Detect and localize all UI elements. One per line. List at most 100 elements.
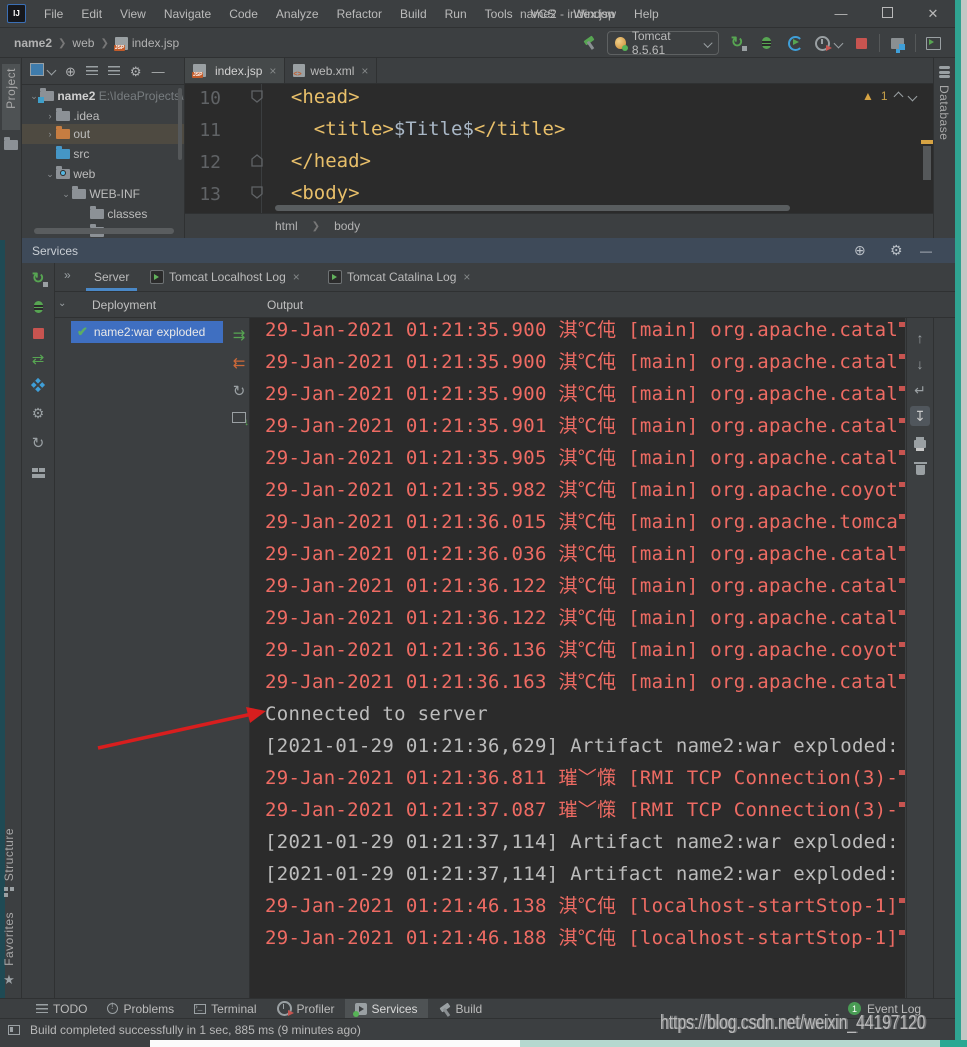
menu-help[interactable]: Help [625, 0, 668, 28]
services-view-button[interactable] [22, 373, 54, 397]
close-icon[interactable]: × [293, 270, 300, 284]
expand-all-button[interactable] [86, 64, 98, 78]
project-structure-button[interactable] [886, 30, 909, 56]
coverage-button[interactable] [784, 30, 807, 56]
scroll-to-end-button[interactable]: ↧ [910, 406, 930, 426]
debug-server-button[interactable] [22, 295, 54, 319]
build-hammer-button[interactable] [578, 30, 601, 56]
fold-marker-icon[interactable] [251, 186, 263, 199]
deploy-button[interactable]: ⇉ [228, 324, 250, 346]
scroll-down-button[interactable]: ↓ [910, 354, 930, 374]
minimize-panel-icon[interactable]: — [920, 244, 932, 258]
breadcrumb-body[interactable]: body [334, 219, 360, 233]
hide-panel-button[interactable]: — [152, 65, 165, 78]
prev-warning-icon[interactable] [893, 91, 903, 101]
chevron-expanded-icon[interactable]: ⌄ [58, 298, 66, 309]
gear-icon[interactable]: ⚙ [890, 242, 903, 259]
redeploy-button[interactable]: ↻ [228, 380, 250, 402]
menu-navigate[interactable]: Navigate [155, 0, 220, 28]
breadcrumb-file[interactable]: index.jsp [132, 36, 179, 50]
build-button-bottom[interactable]: Build [428, 999, 493, 1019]
breadcrumb-html[interactable]: html [275, 219, 298, 233]
run-button[interactable]: ↻ [725, 30, 748, 56]
tree-row-out[interactable]: › out [44, 124, 90, 144]
inspection-widget[interactable]: ▲ 1 [862, 88, 932, 104]
tree-row-src[interactable]: src [56, 144, 89, 164]
menu-tools[interactable]: Tools [476, 0, 522, 28]
menu-analyze[interactable]: Analyze [267, 0, 328, 28]
rerun-server-button[interactable]: ↻ [22, 267, 54, 291]
debug-button[interactable] [755, 30, 778, 56]
project-view-select[interactable] [30, 63, 55, 79]
services-button[interactable]: Services [345, 999, 428, 1019]
structure-stripe-button[interactable]: Structure [2, 828, 16, 897]
hot-swap-button[interactable] [228, 406, 250, 428]
deployment-item-row[interactable]: ✔ name2:war exploded [71, 321, 223, 343]
print-button[interactable] [910, 434, 930, 454]
server-output-console[interactable]: 29-Jan-2021 01:21:35.900 淇℃伅 [main] org.… [250, 318, 905, 998]
collapse-all-button[interactable] [108, 64, 120, 78]
editor-vertical-scrollbar[interactable] [923, 146, 931, 180]
favorites-stripe-button[interactable]: Favorites ★ [2, 912, 16, 988]
clear-console-button[interactable] [910, 460, 930, 480]
menu-code[interactable]: Code [220, 0, 267, 28]
close-button[interactable]: ✕ [914, 0, 952, 28]
layout-button[interactable] [22, 461, 54, 485]
tool-window-button[interactable] [922, 30, 945, 56]
locate-file-button[interactable]: ⊕ [65, 65, 76, 78]
tree-row-idea[interactable]: › .idea [44, 106, 99, 126]
next-warning-icon[interactable] [907, 91, 917, 101]
soft-wrap-button[interactable]: ↵ [910, 380, 930, 400]
project-settings-button[interactable]: ⚙ [130, 65, 142, 78]
locate-icon[interactable]: ⊕ [854, 242, 866, 259]
fold-marker-icon[interactable] [251, 154, 263, 167]
refresh-button[interactable]: ↻ [22, 431, 54, 455]
deploy-all-button[interactable]: ⇄ [22, 347, 54, 371]
problems-button[interactable]: Problems [97, 999, 184, 1019]
todo-button[interactable]: TODO [26, 999, 97, 1019]
stop-button[interactable] [850, 30, 873, 56]
breadcrumb-project[interactable]: name2 [14, 36, 52, 50]
undeploy-button[interactable]: ⇇ [228, 352, 250, 374]
tab-tomcat-catalina-log[interactable]: Tomcat Catalina Log × [328, 263, 470, 291]
maximize-button[interactable] [868, 0, 906, 28]
menu-build[interactable]: Build [391, 0, 436, 28]
tree-row-root[interactable]: ⌄ name2 E:\IdeaProjects\nam [28, 86, 185, 106]
project-vertical-scrollbar[interactable] [178, 88, 182, 160]
console-scrollbar[interactable] [899, 318, 906, 998]
editor-horizontal-scrollbar[interactable] [275, 205, 790, 211]
tab-tomcat-localhost-log[interactable]: Tomcat Localhost Log × [150, 263, 300, 291]
project-horizontal-scrollbar[interactable] [34, 228, 174, 234]
folder-stripe-icon[interactable] [4, 138, 18, 152]
terminal-button[interactable]: Terminal [184, 999, 266, 1019]
tab-index-jsp[interactable]: index.jsp × [185, 58, 285, 83]
close-icon[interactable]: × [463, 270, 470, 284]
close-icon[interactable]: × [269, 64, 276, 78]
stop-server-button[interactable] [22, 321, 54, 345]
menu-run[interactable]: Run [436, 0, 476, 28]
editor-code-area[interactable]: 10 11 12 13 <head> <title>$Title$</title… [185, 84, 933, 213]
hidden-tabs-icon[interactable]: » [64, 268, 71, 282]
menu-edit[interactable]: Edit [72, 0, 111, 28]
run-configuration-select[interactable]: Tomcat 8.5.61 [607, 31, 719, 55]
profiler-button-bottom[interactable]: Profiler [267, 999, 345, 1019]
tab-web-xml[interactable]: web.xml × [285, 58, 377, 83]
menu-file[interactable]: File [35, 0, 72, 28]
database-stripe-button[interactable]: Database [937, 66, 951, 140]
server-settings-button[interactable]: ⚙ [22, 401, 54, 425]
menu-refactor[interactable]: Refactor [328, 0, 391, 28]
fold-marker-icon[interactable] [251, 90, 263, 103]
tab-server[interactable]: Server [94, 263, 129, 291]
profiler-button[interactable] [813, 30, 843, 56]
services-header[interactable]: Services ⊕ ⚙ — [22, 238, 955, 263]
breadcrumb-web[interactable]: web [72, 36, 94, 50]
tool-window-layout-icon[interactable] [8, 1025, 20, 1035]
menu-view[interactable]: View [111, 0, 155, 28]
project-stripe-button[interactable]: Project [2, 64, 20, 130]
scroll-up-button[interactable]: ↑ [910, 328, 930, 348]
tree-row-classes[interactable]: classes [90, 204, 147, 224]
tree-row-web[interactable]: ⌄ web [44, 164, 95, 184]
close-icon[interactable]: × [361, 64, 368, 78]
tree-row-webinf[interactable]: ⌄ WEB-INF [60, 184, 140, 204]
minimize-button[interactable]: — [822, 0, 860, 28]
